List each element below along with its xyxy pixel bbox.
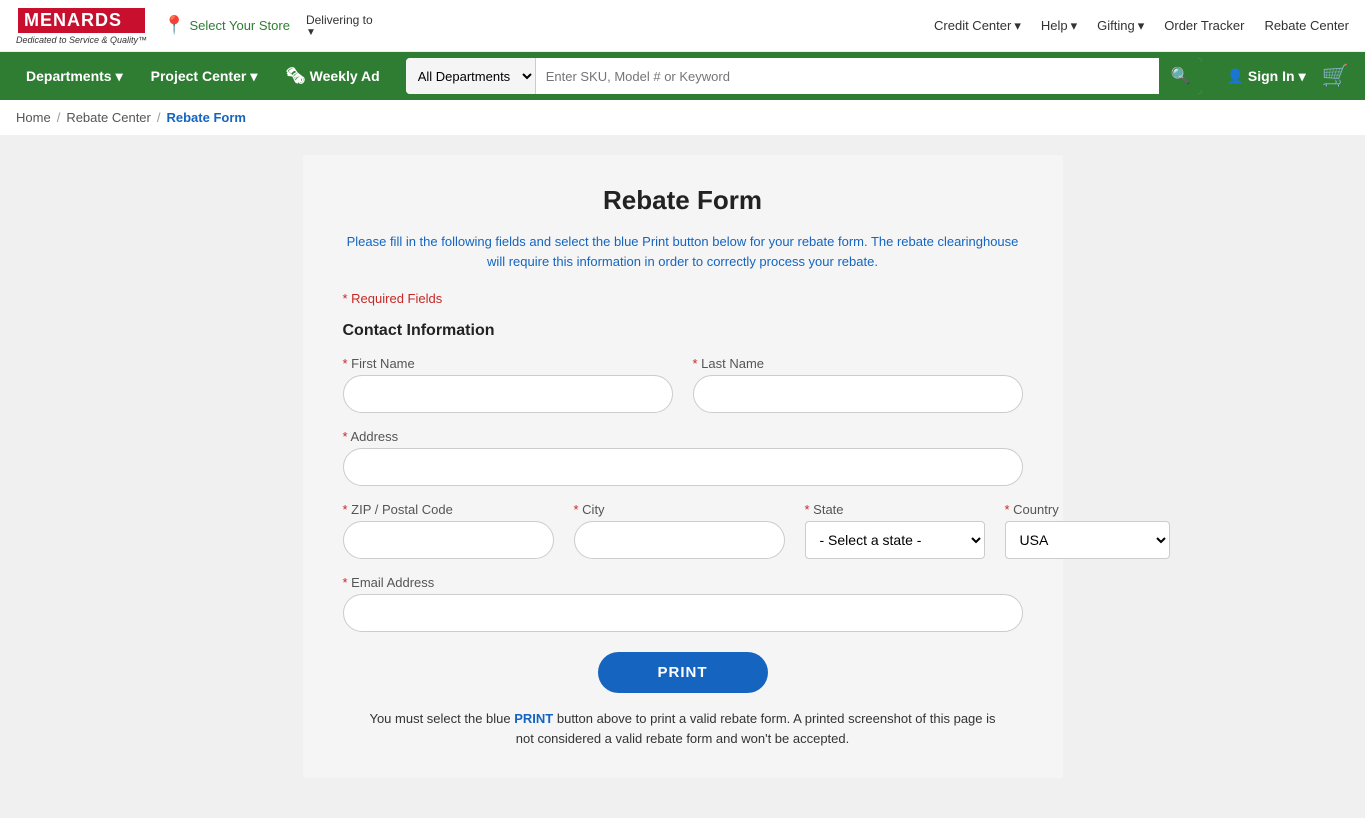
last-name-group: * Last Name	[693, 356, 1023, 413]
delivering-chevron-icon: ▼	[306, 27, 373, 38]
required-star: *	[574, 502, 583, 517]
print-button[interactable]: PRINT	[598, 652, 768, 693]
chevron-down-icon: ▾	[1014, 18, 1021, 34]
breadcrumb: Home / Rebate Center / Rebate Form	[0, 100, 1365, 135]
search-input[interactable]	[536, 58, 1159, 94]
address-row: * Address	[343, 429, 1023, 486]
chevron-down-icon: ▾	[1138, 18, 1145, 34]
last-name-label: * Last Name	[693, 356, 1023, 371]
search-button[interactable]: 🔍	[1159, 58, 1203, 94]
address-group: * Address	[343, 429, 1023, 486]
chevron-down-icon: ▾	[1071, 18, 1078, 34]
chevron-down-icon: ▾	[116, 68, 123, 85]
search-container: All Departments 🔍	[406, 58, 1203, 94]
form-card: Rebate Form Please fill in the following…	[303, 155, 1063, 778]
city-input[interactable]	[574, 521, 785, 559]
cart-button[interactable]: 🛒	[1322, 63, 1349, 89]
email-row: * Email Address	[343, 575, 1023, 632]
breadcrumb-sep: /	[57, 110, 61, 125]
city-label: * City	[574, 502, 785, 517]
credit-center-link[interactable]: Credit Center ▾	[934, 18, 1021, 34]
zip-input[interactable]	[343, 521, 554, 559]
store-selector[interactable]: 📍 Select Your Store	[163, 15, 290, 36]
sign-in-label: Sign In	[1248, 68, 1295, 84]
breadcrumb-home[interactable]: Home	[16, 110, 51, 125]
print-note-emphasis: PRINT	[514, 711, 553, 726]
city-group: * City	[574, 502, 785, 559]
zip-label: * ZIP / Postal Code	[343, 502, 554, 517]
first-name-input[interactable]	[343, 375, 673, 413]
country-label: * Country	[1005, 502, 1170, 517]
top-bar: MENARDS Dedicated to Service & Quality™ …	[0, 0, 1365, 52]
state-select[interactable]: - Select a state -	[805, 521, 985, 559]
logo-tagline: Dedicated to Service & Quality™	[16, 35, 147, 45]
required-star: *	[1005, 502, 1014, 517]
chevron-down-icon: ▾	[250, 68, 257, 85]
email-input[interactable]	[343, 594, 1023, 632]
delivering-to[interactable]: Delivering to ▼	[306, 13, 373, 38]
last-name-input[interactable]	[693, 375, 1023, 413]
section-title: Contact Information	[343, 322, 1023, 340]
location-row: * ZIP / Postal Code * City * State -	[343, 502, 1023, 559]
delivering-label: Delivering to	[306, 13, 373, 27]
help-link[interactable]: Help ▾	[1041, 18, 1077, 34]
breadcrumb-sep: /	[157, 110, 161, 125]
form-title: Rebate Form	[343, 185, 1023, 216]
address-label: * Address	[343, 429, 1023, 444]
top-bar-right: Credit Center ▾ Help ▾ Gifting ▾ Order T…	[934, 18, 1349, 34]
user-icon: 👤	[1226, 68, 1243, 85]
form-subtitle: Please fill in the following fields and …	[343, 232, 1023, 271]
required-star: *	[343, 575, 352, 590]
breadcrumb-current: Rebate Form	[167, 110, 246, 125]
email-label: * Email Address	[343, 575, 1023, 590]
address-input[interactable]	[343, 448, 1023, 486]
required-star: *	[343, 502, 352, 517]
department-select[interactable]: All Departments	[406, 58, 536, 94]
project-center-button[interactable]: Project Center ▾	[141, 52, 268, 100]
print-note: You must select the blue PRINT button ab…	[343, 709, 1023, 748]
country-select[interactable]: USA	[1005, 521, 1170, 559]
name-row: * First Name * Last Name	[343, 356, 1023, 413]
first-name-group: * First Name	[343, 356, 673, 413]
chevron-down-icon: ▾	[1299, 68, 1306, 85]
zip-group: * ZIP / Postal Code	[343, 502, 554, 559]
state-label: * State	[805, 502, 985, 517]
logo: MENARDS	[16, 6, 147, 35]
store-selector-label: Select Your Store	[189, 18, 289, 33]
state-group: * State - Select a state -	[805, 502, 985, 559]
departments-label: Departments	[26, 68, 112, 84]
weekly-ad-button[interactable]: 🗞 Weekly Ad	[275, 52, 389, 100]
breadcrumb-rebate-center[interactable]: Rebate Center	[66, 110, 151, 125]
order-tracker-link[interactable]: Order Tracker	[1164, 18, 1244, 33]
required-star: *	[343, 356, 352, 371]
required-star: *	[805, 502, 814, 517]
weekly-ad-icon: 🗞	[285, 66, 305, 86]
gifting-link[interactable]: Gifting ▾	[1097, 18, 1144, 34]
email-group: * Email Address	[343, 575, 1023, 632]
sign-in-button[interactable]: 👤 Sign In ▾	[1218, 68, 1313, 85]
required-note: * Required Fields	[343, 291, 1023, 306]
main-content: Rebate Form Please fill in the following…	[0, 135, 1365, 818]
project-center-label: Project Center	[151, 68, 247, 84]
first-name-label: * First Name	[343, 356, 673, 371]
rebate-center-link[interactable]: Rebate Center	[1264, 18, 1349, 33]
top-bar-left: MENARDS Dedicated to Service & Quality™ …	[16, 6, 373, 45]
nav-bar: Departments ▾ Project Center ▾ 🗞 Weekly …	[0, 52, 1365, 100]
departments-button[interactable]: Departments ▾	[16, 52, 133, 100]
required-star: *	[693, 356, 702, 371]
country-group: * Country USA	[1005, 502, 1170, 559]
logo-area: MENARDS Dedicated to Service & Quality™	[16, 6, 147, 45]
weekly-ad-label: Weekly Ad	[310, 68, 380, 84]
location-pin-icon: 📍	[163, 15, 185, 36]
